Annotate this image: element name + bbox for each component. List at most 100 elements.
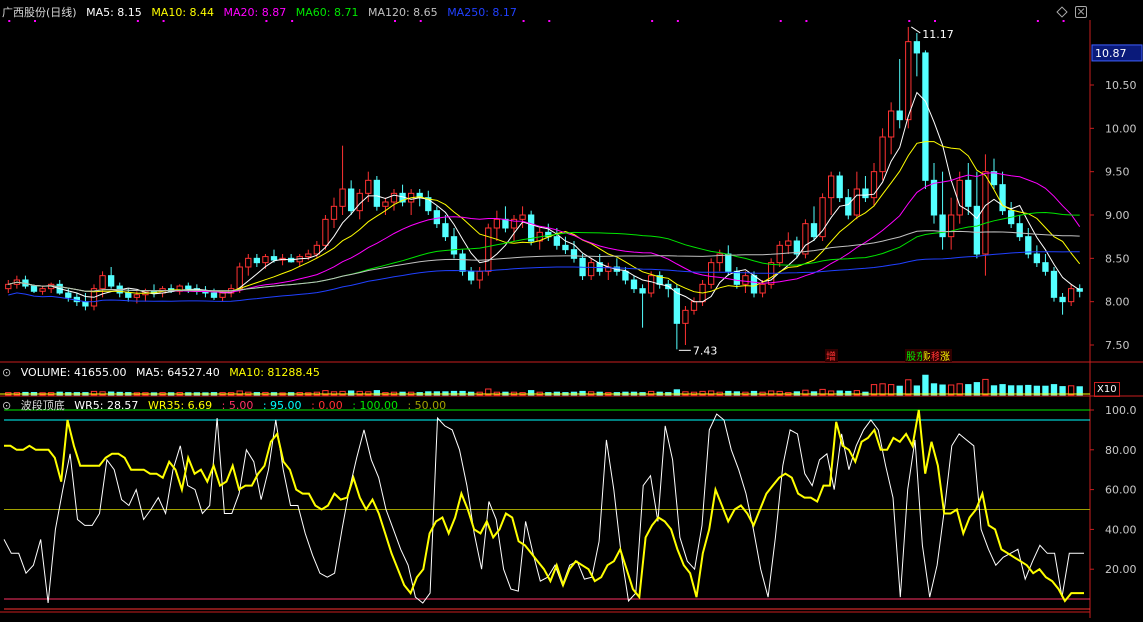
top-marker-dot: [1036, 20, 1039, 22]
volume-bar: [922, 374, 929, 396]
candle-up: [827, 175, 835, 199]
current-price-label: 10.87: [1095, 47, 1127, 60]
candle-down: [1033, 253, 1041, 264]
candle-up: [519, 214, 526, 220]
candle-up: [493, 218, 501, 229]
candle-up: [5, 283, 12, 290]
price-panel-header: 广西股份(日线) MA5: 8.15 MA10: 8.44 MA20: 8.87…: [2, 5, 523, 21]
candle-down: [253, 257, 261, 264]
chart-canvas[interactable]: 10.50 10.00 9.50 9.00 8.50 8.00 7.50 10.87 11.17…: [0, 0, 1143, 618]
candle-down: [347, 188, 355, 212]
volume-bar: [99, 391, 106, 396]
candle-down: [913, 41, 921, 54]
candle-up: [262, 256, 269, 264]
level0-label: : 0.00: [311, 399, 343, 412]
candle-down: [270, 256, 278, 261]
candle-down: [1050, 270, 1058, 298]
high-arrow: [911, 26, 921, 34]
top-marker-dot: [908, 20, 911, 22]
candle-up: [742, 275, 749, 285]
ma20-label: MA20: 8.87: [223, 6, 287, 19]
price-tick-label: 9.50: [1105, 166, 1130, 179]
price-tick-label: 7.50: [1105, 339, 1130, 352]
candle-down: [82, 301, 89, 307]
candle-down: [630, 279, 638, 290]
candle-down: [185, 285, 192, 290]
ma5-line: [8, 91, 1080, 303]
level5-label: : 5.00: [221, 399, 254, 412]
candle-up: [236, 266, 243, 290]
ma120-label: MA120: 8.65: [367, 6, 438, 19]
volume-bar: [887, 384, 895, 396]
candle-up: [322, 218, 329, 246]
volume-bar: [965, 384, 972, 396]
candle-up: [382, 201, 389, 207]
candle-up: [245, 257, 252, 268]
candle-down: [570, 249, 578, 259]
volume-bar: [810, 391, 818, 396]
wr-tick-label: 100.0: [1105, 404, 1137, 417]
wr35-label: WR35: 6.69: [147, 399, 213, 412]
candle-up: [887, 110, 895, 138]
top-marker-dot: [779, 20, 782, 22]
candle-down: [65, 292, 72, 298]
volume-bar: [365, 391, 372, 396]
event-tag: 涨: [940, 351, 950, 363]
candle-up: [879, 136, 886, 173]
wr5-label: WR5: 28.57: [74, 399, 139, 412]
candle-down: [1059, 296, 1066, 303]
volume-ma10-label: MA10: 81288.45: [229, 366, 320, 379]
wr-collapse-icon[interactable]: ⊙: [2, 399, 11, 412]
level50-label: : 50.00: [407, 399, 447, 412]
candle-up: [99, 275, 106, 290]
candle-down: [1042, 262, 1049, 272]
candle-down: [733, 270, 741, 285]
price-tick-label: 10.00: [1105, 122, 1137, 135]
candle-up: [365, 179, 372, 194]
candle-down: [622, 270, 629, 281]
ma120-line: [8, 230, 1080, 292]
volume-bar: [682, 391, 689, 396]
ma60-label: MA60: 8.71: [295, 6, 359, 19]
ma10-label: MA10: 8.44: [151, 6, 215, 19]
candle-up: [1067, 288, 1075, 303]
top-marker-dot: [1062, 20, 1065, 22]
candle-down: [973, 205, 981, 255]
candle-down: [862, 188, 869, 199]
candle-up: [587, 262, 595, 277]
close-icon[interactable]: [1075, 6, 1087, 18]
candle-up: [39, 288, 46, 292]
candle-up: [133, 294, 141, 298]
top-marker-dot: [651, 20, 654, 22]
candle-down: [527, 214, 535, 242]
ma60-line: [8, 211, 1080, 292]
candle-down: [459, 253, 466, 272]
candle-down: [210, 292, 218, 298]
volume-bar: [870, 384, 878, 396]
candle-up: [956, 179, 963, 216]
candle-up: [947, 214, 955, 238]
candle-down: [1025, 236, 1032, 255]
candle-down: [845, 197, 852, 216]
candle-up: [476, 270, 483, 281]
volume-label: VOLUME: 41655.00: [20, 366, 127, 379]
volume-bar: [793, 391, 801, 396]
candle-up: [330, 205, 338, 220]
candle-up: [485, 227, 492, 272]
volume-unit-badge: X10: [1094, 382, 1120, 397]
candle-down: [939, 214, 946, 238]
stock-chart-window: 10.50 10.00 9.50 9.00 8.50 8.00 7.50 10.87 11.17…: [0, 0, 1143, 618]
wr-panel-header: ⊙ 波段顶底 WR5: 28.57 WR35: 6.69 : 5.00 : 95…: [2, 398, 452, 414]
candle-up: [305, 253, 312, 258]
candle-down: [930, 179, 938, 216]
candle-up: [690, 301, 698, 311]
volume-collapse-icon[interactable]: ⊙: [2, 366, 11, 379]
price-tick-label: 8.00: [1105, 296, 1130, 309]
candle-down: [553, 236, 561, 246]
volume-bar: [973, 382, 981, 396]
wr-tick-label: 60.00: [1105, 484, 1137, 497]
candle-down: [373, 179, 381, 207]
candle-down: [639, 288, 646, 294]
ma5-label: MA5: 8.15: [86, 6, 142, 19]
ma10-line: [8, 141, 1081, 294]
